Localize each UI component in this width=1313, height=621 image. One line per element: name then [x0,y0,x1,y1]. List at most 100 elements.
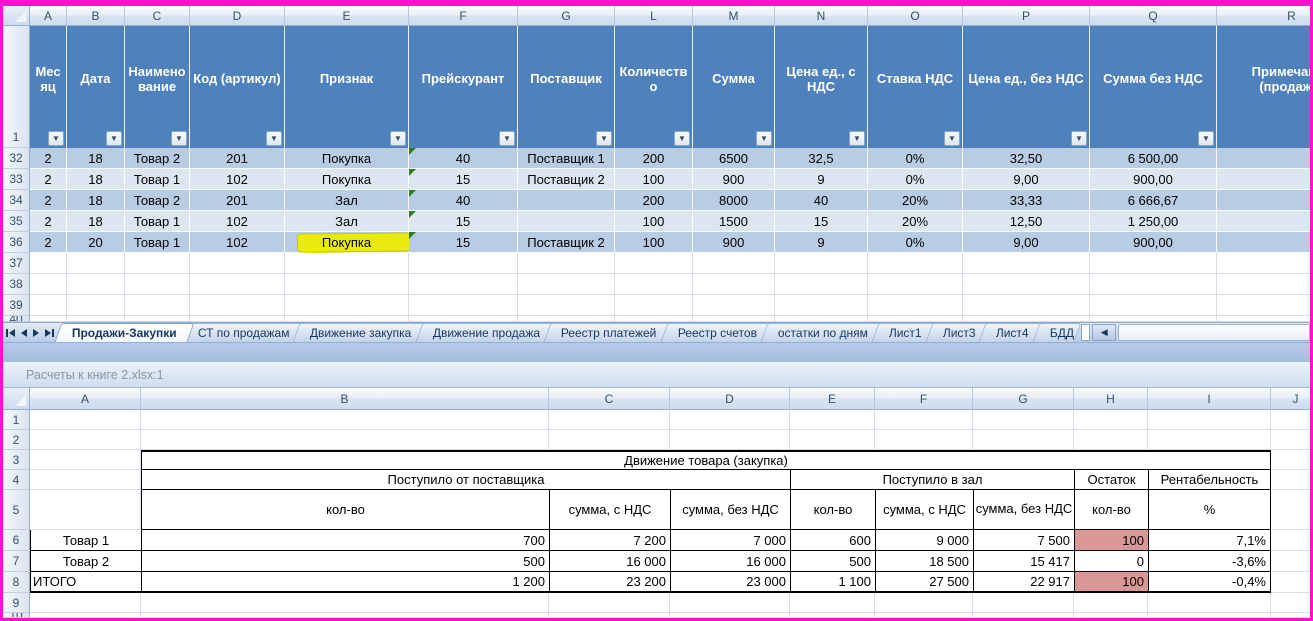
column-header-J[interactable]: J [1271,388,1310,410]
group-header-cell[interactable]: Поступило от поставщика [141,470,790,490]
cell[interactable]: 9,00 [963,169,1090,190]
column-header-O[interactable]: O [868,6,963,26]
filter-dropdown-icon[interactable]: ▼ [266,131,282,146]
cell[interactable]: 18 [67,190,125,211]
cell[interactable]: Поставщик 2 [518,169,615,190]
cell[interactable] [1271,430,1310,450]
value-cell[interactable]: 9 000 [875,530,973,551]
total-label-cell[interactable]: ИТОГО [30,572,141,593]
cell[interactable] [549,593,670,613]
cell[interactable]: 102 [190,211,285,232]
cell[interactable] [1148,430,1271,450]
cell[interactable] [30,253,67,274]
filter-dropdown-icon[interactable]: ▼ [1198,131,1214,146]
cell[interactable] [125,295,190,316]
cell[interactable] [190,274,285,295]
row-header[interactable]: 1 [3,26,30,148]
row-header[interactable]: 34 [3,190,30,211]
cell[interactable] [190,253,285,274]
cell[interactable]: 12,50 [963,211,1090,232]
cell[interactable]: 2 [30,169,67,190]
sheet-tab-2[interactable]: СТ по продажам [180,323,307,342]
cell[interactable] [1090,274,1217,295]
cell[interactable] [790,410,875,430]
row-header[interactable]: 35 [3,211,30,232]
cell[interactable] [518,211,615,232]
cell[interactable] [30,410,141,430]
cell[interactable] [518,316,615,322]
cell[interactable] [775,274,868,295]
cell[interactable]: 9,00 [963,232,1090,253]
row-header[interactable]: 10 [3,613,30,618]
value-cell[interactable]: 500 [790,551,875,572]
cell[interactable] [1074,593,1148,613]
filter-dropdown-icon[interactable]: ▼ [674,131,690,146]
cell[interactable] [615,316,693,322]
cell[interactable]: Товар 1 [125,169,190,190]
cell[interactable]: 2 [30,190,67,211]
value-cell[interactable]: 500 [141,551,549,572]
group-header-cell[interactable]: Поступило в зал [790,470,1074,490]
cell[interactable]: Поставщик 1 [518,148,615,169]
cell[interactable]: 15 [409,169,518,190]
row-header[interactable]: 38 [3,274,30,295]
cell[interactable] [693,274,775,295]
row-header[interactable]: 6 [3,530,30,551]
row-header[interactable]: 7 [3,551,30,572]
cell[interactable] [409,316,518,322]
cell[interactable] [875,593,973,613]
cell[interactable]: 32,50 [963,148,1090,169]
filter-dropdown-icon[interactable]: ▼ [944,131,960,146]
cell[interactable]: 8000 [693,190,775,211]
cell[interactable] [30,316,67,322]
column-header-D[interactable]: D [190,6,285,26]
column-header-M[interactable]: M [693,6,775,26]
cell[interactable]: 15 [775,211,868,232]
sheet-tab-4[interactable]: Движение продажа [416,323,558,342]
column-header-L[interactable]: L [615,6,693,26]
cell[interactable] [670,410,790,430]
column-header-H[interactable]: H [1074,388,1148,410]
cell[interactable]: 201 [190,190,285,211]
table-column-header[interactable]: Наименование▼ [125,26,190,148]
cell[interactable] [1148,410,1271,430]
row-header[interactable]: 8 [3,572,30,593]
cell[interactable]: 100 [615,232,693,253]
cell[interactable]: 15 [409,211,518,232]
cell[interactable] [615,295,693,316]
cell[interactable] [963,316,1090,322]
cell[interactable] [190,295,285,316]
column-header-F[interactable]: F [409,6,518,26]
value-cell[interactable]: 16 000 [549,551,670,572]
cell[interactable] [30,490,141,530]
total-value-cell[interactable]: 22 917 [973,572,1074,593]
sheet-tab-1[interactable]: Продажи-Закупки [55,323,195,342]
value-cell[interactable]: 7 200 [549,530,670,551]
cell[interactable]: 20 [67,232,125,253]
cell[interactable]: 900 [693,232,775,253]
cell[interactable] [1217,232,1310,253]
cell[interactable]: 40 [775,190,868,211]
column-header-G[interactable]: G [518,6,615,26]
sub-header-cell[interactable]: сумма, без НДС [670,490,790,530]
cell[interactable] [790,613,875,618]
last-sheet-icon[interactable] [45,326,54,340]
cell[interactable]: 15 [409,232,518,253]
cell[interactable] [1074,430,1148,450]
value-cell[interactable]: 16 000 [670,551,790,572]
cell[interactable] [30,295,67,316]
cell[interactable] [125,316,190,322]
row-header[interactable]: 3 [3,450,30,470]
table-title-cell[interactable]: Движение товара (закупка) [141,450,1271,470]
cell[interactable] [518,274,615,295]
filter-dropdown-icon[interactable]: ▼ [1071,131,1087,146]
table-column-header[interactable]: Цена ед., без НДС▼ [963,26,1090,148]
row-header[interactable]: 2 [3,430,30,450]
cell[interactable] [141,430,549,450]
filter-dropdown-icon[interactable]: ▼ [849,131,865,146]
cell[interactable] [973,410,1074,430]
cell[interactable]: Товар 1 [125,232,190,253]
cell[interactable] [868,295,963,316]
previous-sheet-icon[interactable] [21,326,27,340]
cell[interactable] [1217,253,1310,274]
